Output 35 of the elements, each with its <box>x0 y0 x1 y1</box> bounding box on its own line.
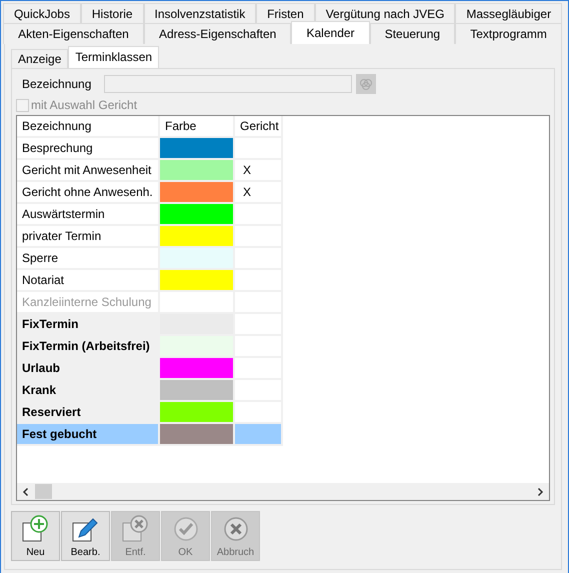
tab[interactable]: Massegläubiger <box>455 3 562 24</box>
table-cell[interactable]: Urlaub <box>17 358 160 380</box>
tab[interactable]: Anzeige <box>11 49 68 68</box>
tab[interactable]: Fristen <box>256 3 315 24</box>
column-header[interactable]: Gericht <box>235 116 283 138</box>
tab[interactable]: Vergütung nach JVEG <box>314 3 456 24</box>
horizontal-scrollbar[interactable] <box>17 483 549 500</box>
table-cell[interactable]: FixTermin (Arbeitsfrei) <box>17 336 160 358</box>
tab[interactable]: Akten-Eigenschaften <box>3 23 144 44</box>
tab[interactable]: Insolvenzstatistik <box>144 3 256 24</box>
table-cell[interactable]: Reserviert <box>17 402 160 424</box>
checkbox-label: mit Auswahl Gericht <box>31 98 138 112</box>
scroll-left-icon[interactable] <box>21 486 31 496</box>
table-cell: X <box>235 160 283 182</box>
tab[interactable]: QuickJobs <box>3 3 81 24</box>
color-picker-button[interactable] <box>356 74 376 94</box>
table-cell[interactable]: Fest gebucht <box>17 424 160 446</box>
tab[interactable]: Historie <box>80 3 144 24</box>
tab[interactable]: Terminklassen <box>68 46 160 68</box>
circles-icon <box>359 77 373 91</box>
scrollbar-thumb[interactable] <box>35 484 52 499</box>
table-cell[interactable]: Krank <box>17 380 160 402</box>
edit-button[interactable]: Bearb. <box>61 511 110 561</box>
new-button[interactable]: Neu <box>11 511 60 561</box>
table-cell <box>235 424 283 446</box>
column-header[interactable]: Bezeichnung <box>17 116 160 138</box>
table-cell[interactable]: FixTermin <box>17 314 160 336</box>
field-label: Bezeichnung <box>22 77 92 91</box>
column-header[interactable]: Farbe <box>160 116 235 138</box>
tab[interactable]: Adress-Eigenschaften <box>144 23 292 44</box>
scroll-right-icon[interactable] <box>535 486 545 496</box>
tab[interactable]: Steuerung <box>370 23 456 44</box>
table-cell: X <box>235 182 283 204</box>
tab[interactable]: Textprogramm <box>455 23 562 44</box>
tab[interactable]: Kalender <box>291 21 370 44</box>
